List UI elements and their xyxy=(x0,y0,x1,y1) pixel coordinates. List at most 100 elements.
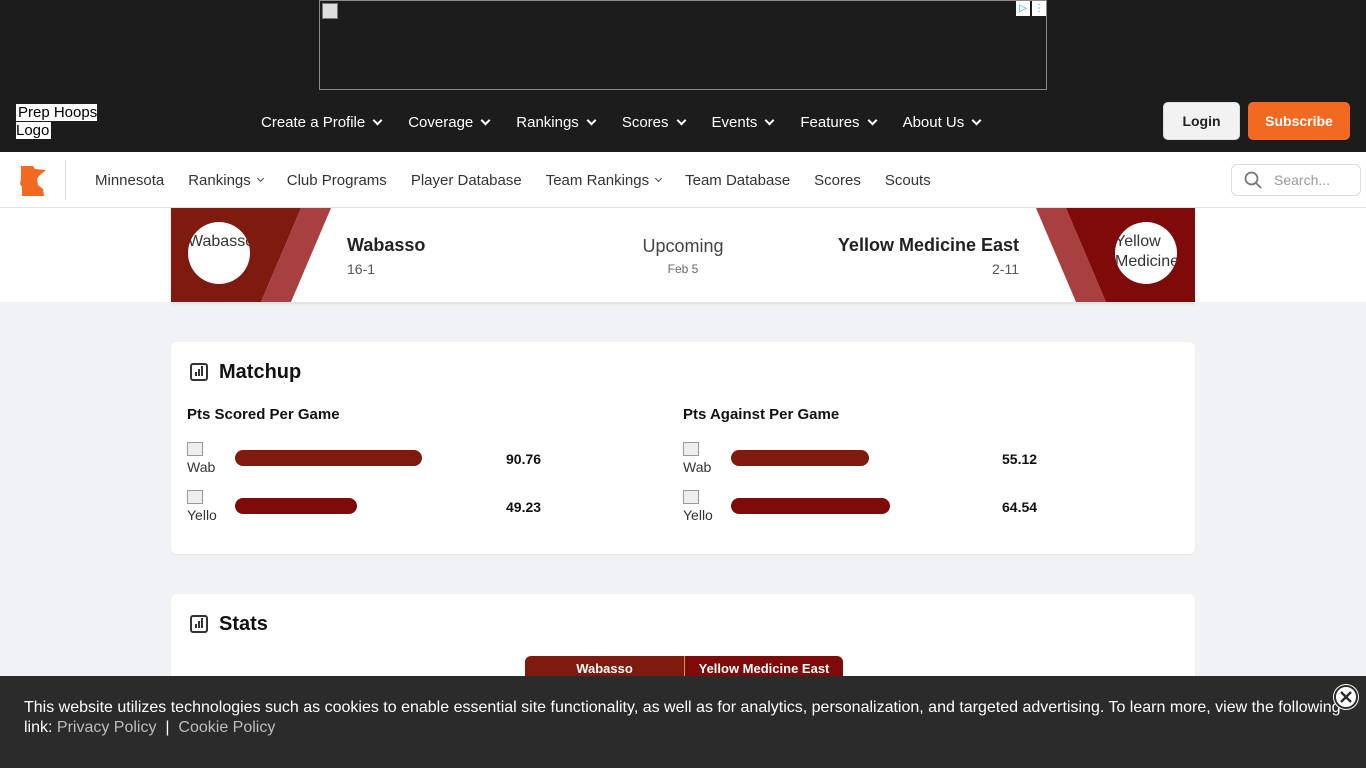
bar-against-home xyxy=(731,450,869,466)
advertisement-banner[interactable]: ▷ ⋮ xyxy=(319,0,1047,90)
broken-image-icon xyxy=(683,490,699,504)
divider xyxy=(65,160,66,200)
nav-label: Rankings xyxy=(516,113,579,131)
game-header: Wabasso Wabasso 16-1 Upcoming Feb 5 Yell… xyxy=(171,208,1195,302)
team-alt: Yello xyxy=(683,507,713,522)
bar-chart-icon xyxy=(190,615,208,633)
ad-choices-icon[interactable]: ▷ xyxy=(1016,1,1030,16)
nav-about-us[interactable]: About Us xyxy=(902,113,982,131)
subnav-player-database[interactable]: Player Database xyxy=(411,172,522,189)
chevron-down-icon xyxy=(655,174,663,183)
value-scored-away: 49.23 xyxy=(506,499,542,515)
nav-label: Features xyxy=(800,113,860,131)
bar-chart-icon xyxy=(190,363,208,381)
subnav-label: Scouts xyxy=(884,171,931,189)
subnav-scouts[interactable]: Scouts xyxy=(885,172,931,189)
cookie-policy-link[interactable]: Cookie Policy xyxy=(178,719,275,736)
game-status: Upcoming xyxy=(642,236,724,256)
away-team-record: 2-11 xyxy=(992,261,1019,277)
away-team-logo[interactable]: Yellow Medicine xyxy=(1115,222,1177,284)
chevron-down-icon xyxy=(372,115,383,125)
nav-label: Scores xyxy=(621,113,669,131)
subnav-minnesota[interactable]: Minnesota xyxy=(95,172,164,189)
chevron-down-icon xyxy=(867,115,878,125)
nav-events[interactable]: Events xyxy=(711,113,775,131)
logo-alt-text: Prep Hoops Logo xyxy=(16,104,98,139)
nav-create-profile[interactable]: Create a Profile xyxy=(261,113,383,131)
home-team-record: 16-1 xyxy=(347,261,376,277)
nav-scores[interactable]: Scores xyxy=(621,113,686,131)
value-scored-home: 90.76 xyxy=(506,451,542,467)
subnav-label: Team Database xyxy=(685,171,791,189)
broken-image-icon xyxy=(322,3,338,19)
value-against-home: 55.12 xyxy=(1002,451,1038,467)
matchup-title: Matchup xyxy=(219,361,302,383)
subnav-team-rankings[interactable]: Team Rankings xyxy=(545,171,663,189)
team-mini-logo: Wab xyxy=(683,442,715,474)
login-button[interactable]: Login xyxy=(1163,102,1240,140)
subnav-label: Rankings xyxy=(188,171,251,189)
nav-rankings[interactable]: Rankings xyxy=(516,113,597,131)
subnav-label: Scores xyxy=(814,171,861,189)
stats-title: Stats xyxy=(219,613,268,635)
game-date: Feb 5 xyxy=(667,262,699,276)
subnav-club-programs[interactable]: Club Programs xyxy=(287,172,387,189)
nav-label: About Us xyxy=(902,113,965,131)
close-icon[interactable] xyxy=(1334,685,1358,709)
nav-label: Create a Profile xyxy=(261,113,366,131)
team-mini-logo: Wab xyxy=(187,442,219,474)
privacy-policy-link[interactable]: Privacy Policy xyxy=(57,719,157,736)
team-alt: Yello xyxy=(187,507,217,522)
broken-image-icon xyxy=(187,442,203,456)
site-logo[interactable]: Prep Hoops Logo xyxy=(16,104,106,140)
home-logo-alt: Wabasso xyxy=(188,233,250,250)
broken-image-icon xyxy=(683,442,699,456)
separator: | xyxy=(165,719,170,736)
team-alt: Wab xyxy=(683,459,712,474)
home-team-name[interactable]: Wabasso xyxy=(347,235,425,256)
ad-menu-icon[interactable]: ⋮ xyxy=(1032,1,1046,16)
team-mini-logo: Yello xyxy=(683,490,715,522)
home-team-logo[interactable]: Wabasso xyxy=(188,222,250,284)
chevron-down-icon xyxy=(586,115,597,125)
nav-label: Events xyxy=(711,113,758,131)
cookie-message: This website utilizes technologies such … xyxy=(24,698,1344,738)
ad-choices[interactable]: ▷ ⋮ xyxy=(1016,1,1046,16)
cookie-banner: This website utilizes technologies such … xyxy=(0,676,1366,768)
chevron-down-icon xyxy=(971,115,982,125)
nav-coverage[interactable]: Coverage xyxy=(408,113,491,131)
team-alt: Wab xyxy=(187,459,216,474)
search-icon xyxy=(1244,171,1262,189)
close-x-icon xyxy=(1340,691,1352,703)
subnav-rankings[interactable]: Rankings xyxy=(188,171,264,189)
away-team-name[interactable]: Yellow Medicine East xyxy=(838,235,1019,256)
subnav-label: Minnesota xyxy=(95,171,165,189)
secondary-nav-links: Minnesota Rankings Club Programs Player … xyxy=(95,152,955,208)
subscribe-button[interactable]: Subscribe xyxy=(1248,102,1350,140)
subnav-scores[interactable]: Scores xyxy=(814,172,861,189)
value-against-away: 64.54 xyxy=(1002,499,1038,515)
away-logo-alt: Yellow Medicine xyxy=(1115,233,1177,270)
matchup-card: Matchup Pts Scored Per Game Pts Against … xyxy=(171,342,1195,554)
bar-against-away xyxy=(731,498,891,514)
main-nav: Create a Profile Coverage Rankings Score… xyxy=(261,104,1007,140)
chevron-down-icon xyxy=(256,174,264,183)
pts-scored-label: Pts Scored Per Game xyxy=(187,406,340,423)
nav-features[interactable]: Features xyxy=(800,113,878,131)
broken-image-icon xyxy=(187,490,203,504)
chevron-down-icon xyxy=(676,115,686,125)
subnav-label: Club Programs xyxy=(286,171,387,189)
search-input[interactable] xyxy=(1274,172,1344,188)
subnav-label: Team Rankings xyxy=(545,171,650,189)
chevron-down-icon xyxy=(480,115,491,125)
subnav-team-database[interactable]: Team Database xyxy=(685,172,790,189)
pts-against-label: Pts Against Per Game xyxy=(683,406,840,423)
minnesota-state-icon[interactable] xyxy=(19,165,48,197)
search-box[interactable] xyxy=(1231,164,1361,196)
chevron-down-icon xyxy=(764,115,775,125)
team-mini-logo: Yello xyxy=(187,490,219,522)
subnav-label: Player Database xyxy=(410,171,522,189)
nav-label: Coverage xyxy=(408,113,474,131)
bar-scored-home xyxy=(235,450,422,466)
bar-scored-away xyxy=(235,498,357,514)
